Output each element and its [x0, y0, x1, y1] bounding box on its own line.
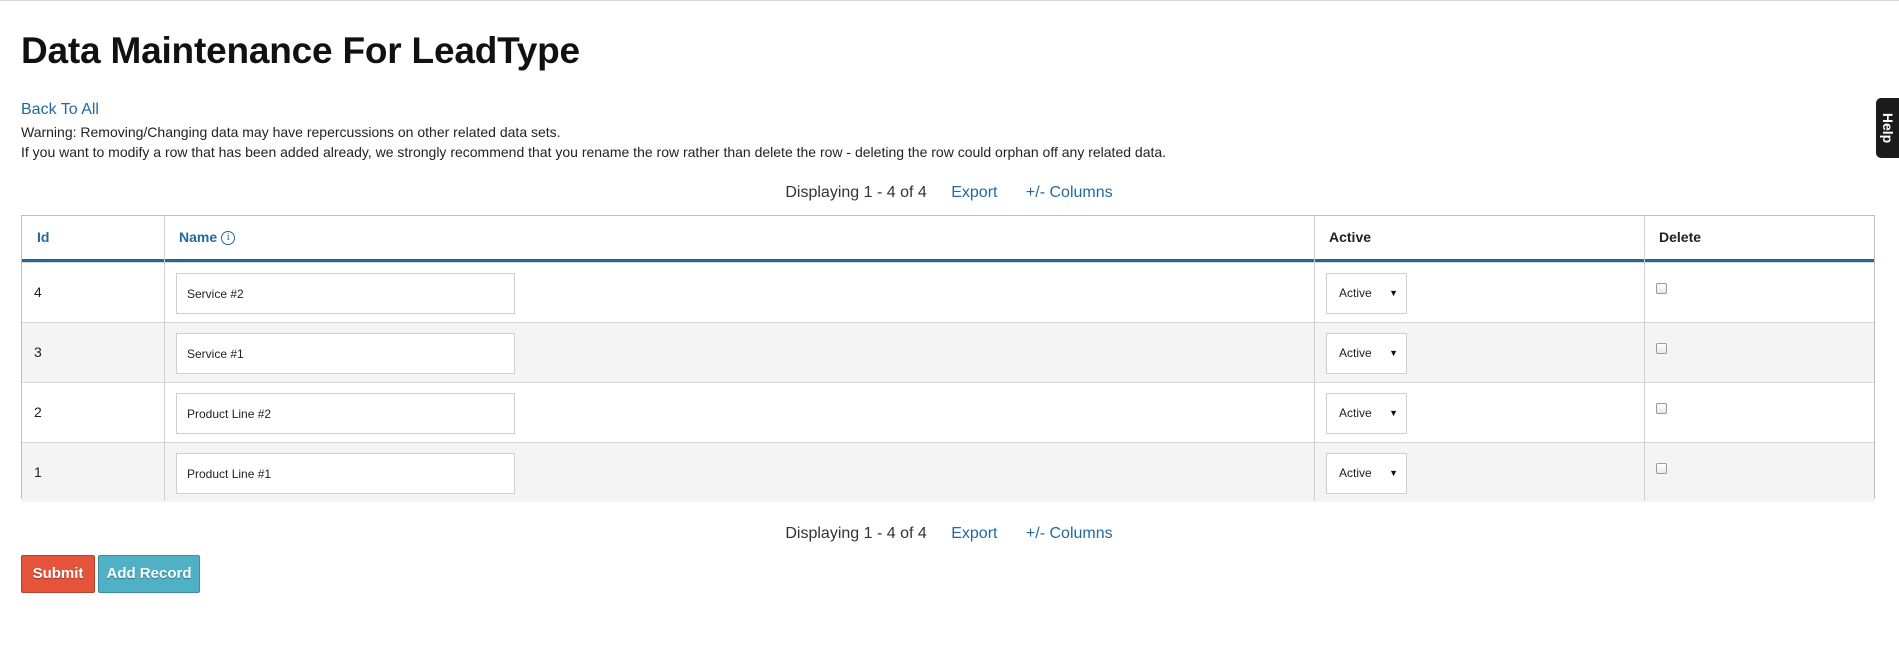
- page-title: Data Maintenance For LeadType: [21, 30, 580, 71]
- delete-checkbox[interactable]: [1656, 283, 1667, 294]
- delete-checkbox[interactable]: [1656, 403, 1667, 414]
- active-select[interactable]: Active ▼: [1326, 273, 1407, 314]
- table-row: 1 Active ▼: [22, 442, 1874, 502]
- column-header-id-label: Id: [37, 229, 50, 245]
- recommendation-line: If you want to modify a row that has bee…: [21, 144, 1167, 160]
- name-field[interactable]: [176, 273, 515, 314]
- help-tab[interactable]: Help: [1876, 98, 1899, 158]
- data-grid: Id Namei Active Delete 4 Active ▼ 3: [21, 215, 1875, 502]
- column-divider: [164, 216, 165, 501]
- grid-header: Id Name i Active Delete: [22, 216, 1874, 262]
- column-divider: [1314, 216, 1315, 501]
- row-id: 3: [34, 344, 42, 360]
- info-icon[interactable]: i: [221, 231, 236, 246]
- table-row: 3 Active ▼: [22, 322, 1874, 382]
- export-link[interactable]: Export: [951, 525, 997, 542]
- column-header-active-label: Active: [1329, 229, 1372, 245]
- caret-down-icon: ▼: [1389, 468, 1398, 478]
- columns-toggle-link[interactable]: +/- Columns: [1026, 184, 1113, 201]
- warning-line: Warning: Removing/Changing data may have…: [21, 124, 561, 140]
- column-header-name[interactable]: Name i: [164, 216, 1314, 259]
- active-select[interactable]: Active ▼: [1326, 333, 1407, 374]
- warning-text: Warning: Removing/Changing data may have…: [21, 122, 1166, 162]
- active-select-value: Active: [1339, 406, 1372, 420]
- delete-checkbox[interactable]: [1656, 343, 1667, 354]
- column-header-delete: Delete: [1644, 216, 1874, 259]
- active-select[interactable]: Active ▼: [1326, 453, 1407, 494]
- top-border: [0, 0, 1899, 1]
- pager-top: Displaying 1 - 4 of 4 Export +/- Columns: [21, 183, 1877, 203]
- back-to-all-link[interactable]: Back To All: [21, 100, 99, 120]
- name-field[interactable]: [176, 453, 515, 494]
- pager-bottom: Displaying 1 - 4 of 4 Export +/- Columns: [21, 524, 1877, 544]
- columns-toggle-link[interactable]: +/- Columns: [1026, 525, 1113, 542]
- delete-checkbox[interactable]: [1656, 463, 1667, 474]
- column-divider: [1644, 216, 1645, 501]
- row-id: 4: [34, 284, 42, 300]
- column-header-active: Active: [1314, 216, 1644, 259]
- table-row: 4 Active ▼: [22, 262, 1874, 322]
- column-header-delete-label: Delete: [1659, 229, 1702, 245]
- caret-down-icon: ▼: [1389, 348, 1398, 358]
- help-tab-label: Help: [1879, 112, 1896, 144]
- active-select-value: Active: [1339, 346, 1372, 360]
- name-field[interactable]: [176, 333, 515, 374]
- column-header-name-label: Name: [179, 229, 218, 245]
- active-select-value: Active: [1339, 286, 1372, 300]
- row-id: 1: [34, 464, 42, 480]
- submit-button[interactable]: Submit: [21, 555, 95, 593]
- name-field[interactable]: [176, 393, 515, 434]
- export-link[interactable]: Export: [951, 184, 997, 201]
- caret-down-icon: ▼: [1389, 288, 1398, 298]
- row-id: 2: [34, 404, 42, 420]
- table-row: 2 Active ▼: [22, 382, 1874, 442]
- active-select-value: Active: [1339, 466, 1372, 480]
- add-record-button[interactable]: Add Record: [98, 555, 200, 593]
- column-header-id[interactable]: Id: [22, 216, 164, 259]
- pager-info: Displaying 1 - 4 of 4: [785, 184, 927, 201]
- caret-down-icon: ▼: [1389, 408, 1398, 418]
- active-select[interactable]: Active ▼: [1326, 393, 1407, 434]
- pager-info: Displaying 1 - 4 of 4: [785, 525, 927, 542]
